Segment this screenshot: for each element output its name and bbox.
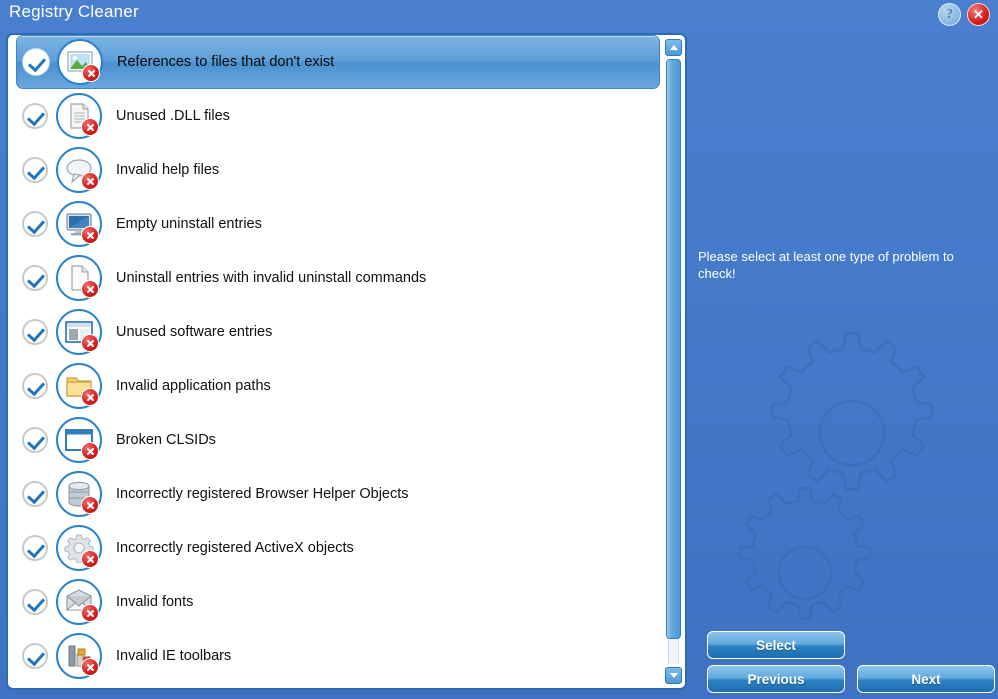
picture-icon bbox=[57, 39, 103, 85]
select-button[interactable]: Select bbox=[707, 631, 845, 659]
checkbox-icon[interactable] bbox=[22, 211, 48, 237]
error-badge-icon bbox=[81, 550, 99, 568]
scroll-down-icon[interactable] bbox=[665, 667, 682, 684]
error-badge-icon bbox=[81, 334, 99, 352]
list-item-label: Broken CLSIDs bbox=[116, 432, 216, 448]
checkbox-icon[interactable] bbox=[22, 427, 48, 453]
checkbox-icon[interactable] bbox=[22, 589, 48, 615]
list-item[interactable]: Invalid application paths bbox=[16, 359, 660, 413]
gears-watermark bbox=[738, 331, 934, 620]
error-badge-icon bbox=[81, 118, 99, 136]
error-badge-icon bbox=[81, 442, 99, 460]
previous-button[interactable]: Previous bbox=[707, 665, 845, 693]
list-item[interactable]: Unused .DLL files bbox=[16, 89, 660, 143]
list-item[interactable]: Uninstall entries with invalid uninstall… bbox=[16, 251, 660, 305]
close-icon[interactable]: ✕ bbox=[967, 3, 990, 26]
scrollbar-thumb[interactable] bbox=[666, 59, 681, 639]
registry-cleaner-window: Registry Cleaner ? ✕ References to files… bbox=[0, 0, 998, 699]
folder-icon bbox=[56, 363, 102, 409]
button-row-bottom: Previous Next bbox=[707, 665, 995, 693]
window-title: Registry Cleaner bbox=[9, 2, 139, 21]
titlebar: Registry Cleaner ? ✕ bbox=[0, 0, 998, 30]
checkbox-icon[interactable] bbox=[23, 49, 49, 75]
list-item[interactable]: Incorrectly registered ActiveX objects bbox=[16, 521, 660, 575]
error-badge-icon bbox=[81, 226, 99, 244]
checkbox-icon[interactable] bbox=[22, 643, 48, 669]
next-button[interactable]: Next bbox=[857, 665, 995, 693]
problem-list: References to files that don't exist Unus… bbox=[8, 35, 668, 688]
list-item-label: Invalid IE toolbars bbox=[116, 648, 232, 664]
help-balloon-icon bbox=[56, 147, 102, 193]
list-item-label: Incorrectly registered ActiveX objects bbox=[116, 540, 354, 556]
gear-icon bbox=[56, 525, 102, 571]
monitor-icon bbox=[56, 201, 102, 247]
error-badge-icon bbox=[81, 604, 99, 622]
error-badge-icon bbox=[81, 172, 99, 190]
checkbox-icon[interactable] bbox=[22, 265, 48, 291]
error-badge-icon bbox=[81, 388, 99, 406]
checkbox-icon[interactable] bbox=[22, 373, 48, 399]
list-scrollbar[interactable] bbox=[665, 39, 682, 684]
list-item-label: Unused .DLL files bbox=[116, 108, 230, 124]
button-row-top: Select bbox=[707, 631, 845, 659]
toolbar-chart-icon bbox=[56, 633, 102, 679]
list-item[interactable]: Invalid fonts bbox=[16, 575, 660, 629]
hint-message: Please select at least one type of probl… bbox=[698, 249, 954, 281]
checkbox-icon[interactable] bbox=[22, 319, 48, 345]
list-item-label: References to files that don't exist bbox=[117, 54, 335, 70]
help-icon[interactable]: ? bbox=[938, 3, 961, 26]
document-icon bbox=[56, 93, 102, 139]
list-item-label: Invalid application paths bbox=[116, 378, 271, 394]
list-item[interactable]: Invalid help files bbox=[16, 143, 660, 197]
problem-list-panel: References to files that don't exist Unus… bbox=[6, 33, 687, 690]
checkbox-icon[interactable] bbox=[22, 481, 48, 507]
scroll-up-icon[interactable] bbox=[665, 39, 682, 56]
list-item-label: Empty uninstall entries bbox=[116, 216, 262, 232]
error-badge-icon bbox=[82, 64, 100, 82]
page-icon bbox=[56, 255, 102, 301]
error-badge-icon bbox=[81, 658, 99, 676]
error-badge-icon bbox=[81, 280, 99, 298]
right-pane: Please select at least one type of probl… bbox=[693, 33, 998, 699]
list-item-label: Unused software entries bbox=[116, 324, 273, 340]
list-item-label: Incorrectly registered Browser Helper Ob… bbox=[116, 486, 409, 502]
database-icon bbox=[56, 471, 102, 517]
list-item[interactable]: Incorrectly registered Browser Helper Ob… bbox=[16, 467, 660, 521]
list-item-label: Invalid help files bbox=[116, 162, 220, 178]
list-item[interactable]: Empty uninstall entries bbox=[16, 197, 660, 251]
list-item[interactable]: Unused software entries bbox=[16, 305, 660, 359]
list-item[interactable]: Broken CLSIDs bbox=[16, 413, 660, 467]
checkbox-icon[interactable] bbox=[22, 535, 48, 561]
checkbox-icon[interactable] bbox=[22, 103, 48, 129]
window-controls: ? ✕ bbox=[938, 3, 990, 26]
list-item-label: Uninstall entries with invalid uninstall… bbox=[116, 270, 427, 286]
list-item[interactable]: References to files that don't exist bbox=[16, 35, 660, 89]
envelope-icon bbox=[56, 579, 102, 625]
error-badge-icon bbox=[81, 496, 99, 514]
blank-window-icon bbox=[56, 417, 102, 463]
window-app-icon bbox=[56, 309, 102, 355]
checkbox-icon[interactable] bbox=[22, 157, 48, 183]
list-item[interactable]: Invalid IE toolbars bbox=[16, 629, 660, 683]
list-item-label: Invalid fonts bbox=[116, 594, 194, 610]
